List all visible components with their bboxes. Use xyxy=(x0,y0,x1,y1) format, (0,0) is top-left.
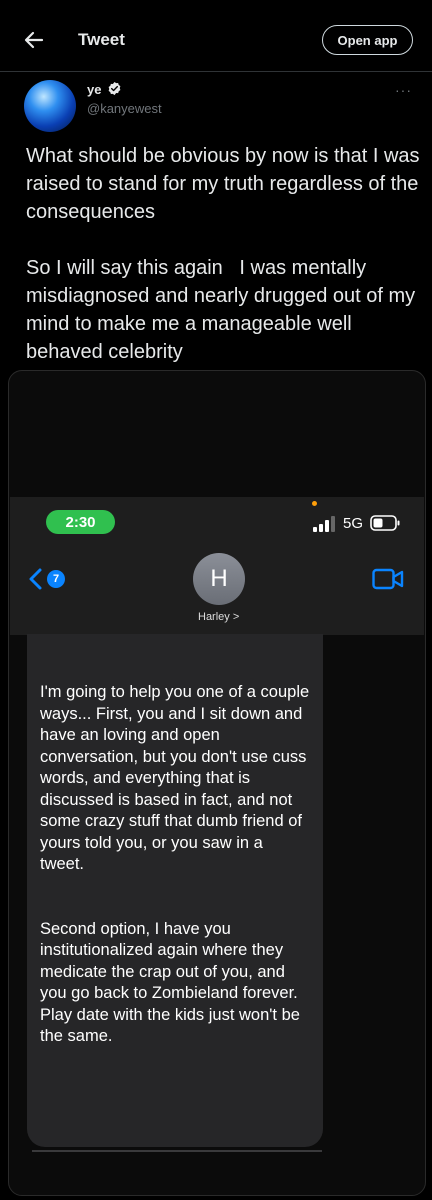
unread-count-badge[interactable]: 7 xyxy=(47,570,65,588)
back-arrow-icon[interactable] xyxy=(22,28,46,52)
video-camera-icon[interactable] xyxy=(372,568,404,590)
mic-indicator-dot xyxy=(312,501,317,506)
status-time: 2:30 xyxy=(46,510,115,534)
author-name[interactable]: ye xyxy=(87,82,101,97)
more-dots-icon[interactable]: ··· xyxy=(395,82,412,98)
signal-bars-icon xyxy=(313,516,335,532)
verified-badge-icon xyxy=(108,81,121,96)
contact-avatar[interactable]: H xyxy=(193,553,245,605)
tweet-text: What should be obvious by now is that I … xyxy=(26,145,420,363)
network-type: 5G xyxy=(343,515,364,532)
message-text: I'm going to help you one of a couple wa… xyxy=(40,683,310,1045)
page-title: Tweet xyxy=(78,30,125,49)
author-handle: @kanyewest xyxy=(87,101,162,116)
top-bar: Tweet Open app xyxy=(0,0,432,80)
bubble-divider xyxy=(32,1150,322,1152)
battery-icon xyxy=(370,515,400,531)
avatar[interactable] xyxy=(24,80,76,132)
contact-name[interactable]: Harley > xyxy=(198,611,239,623)
open-app-button[interactable]: Open app xyxy=(322,25,413,55)
header-divider xyxy=(0,71,432,72)
